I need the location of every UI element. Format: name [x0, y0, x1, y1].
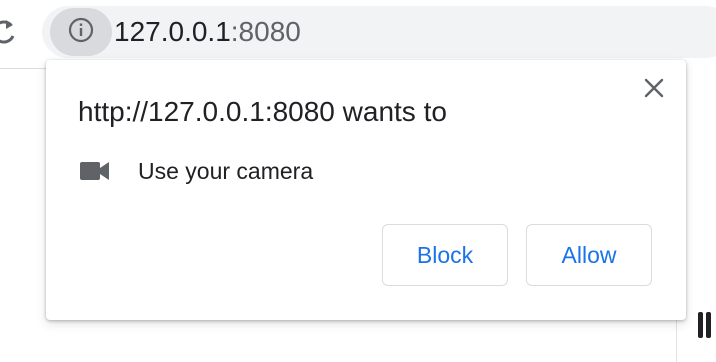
browser-window: 127.0.0.1:8080 http://127.0.0.1:8080 wan… [0, 0, 716, 362]
browser-toolbar: 127.0.0.1:8080 [0, 0, 716, 69]
close-button[interactable] [640, 76, 668, 104]
allow-button[interactable]: Allow [526, 224, 652, 286]
page-content-glyph [698, 312, 712, 338]
url-host: 127.0.0.1 [114, 16, 231, 47]
address-url[interactable]: 127.0.0.1:8080 [114, 14, 301, 50]
reload-icon[interactable] [0, 17, 18, 47]
site-info-button[interactable] [50, 8, 112, 56]
camera-permission-prompt: http://127.0.0.1:8080 wants to Use your … [46, 60, 686, 320]
camera-icon [80, 159, 112, 183]
permission-label: Use your camera [138, 157, 314, 184]
url-port: :8080 [230, 16, 301, 47]
block-button[interactable]: Block [382, 224, 508, 286]
close-icon [644, 78, 664, 103]
permission-row: Use your camera [80, 156, 313, 186]
info-icon [68, 17, 94, 48]
prompt-title: http://127.0.0.1:8080 wants to [78, 96, 447, 127]
